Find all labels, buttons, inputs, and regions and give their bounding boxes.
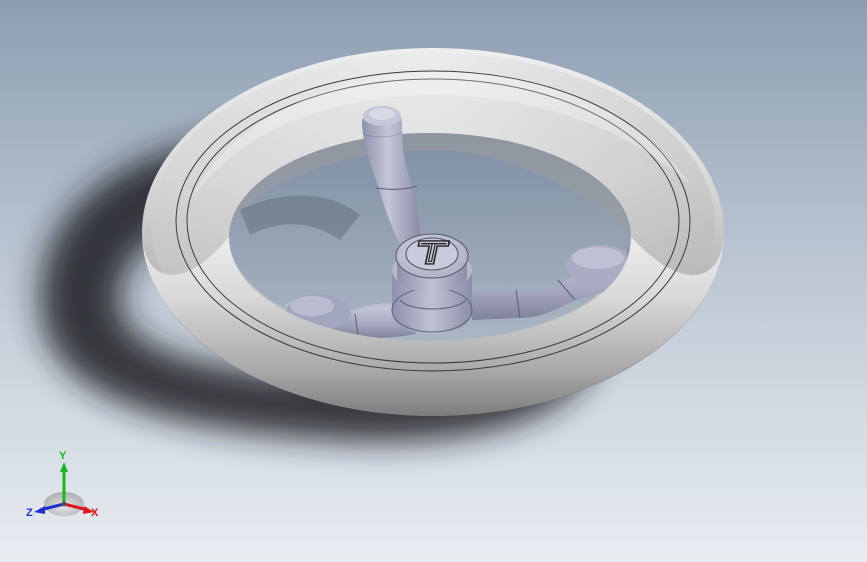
orientation-triad[interactable]: Y X Z xyxy=(22,446,106,526)
triad-z-label: Z xyxy=(26,507,33,519)
hub[interactable] xyxy=(391,233,473,334)
triad-origin xyxy=(61,501,67,507)
triad-y-arrow-icon xyxy=(60,462,68,472)
model-scene[interactable] xyxy=(0,0,867,562)
3d-viewport[interactable]: Y X Z xyxy=(0,0,867,562)
triad-x-label: X xyxy=(91,507,99,519)
triad-y-label: Y xyxy=(59,450,67,462)
triad-z-arrow-icon xyxy=(34,506,45,514)
